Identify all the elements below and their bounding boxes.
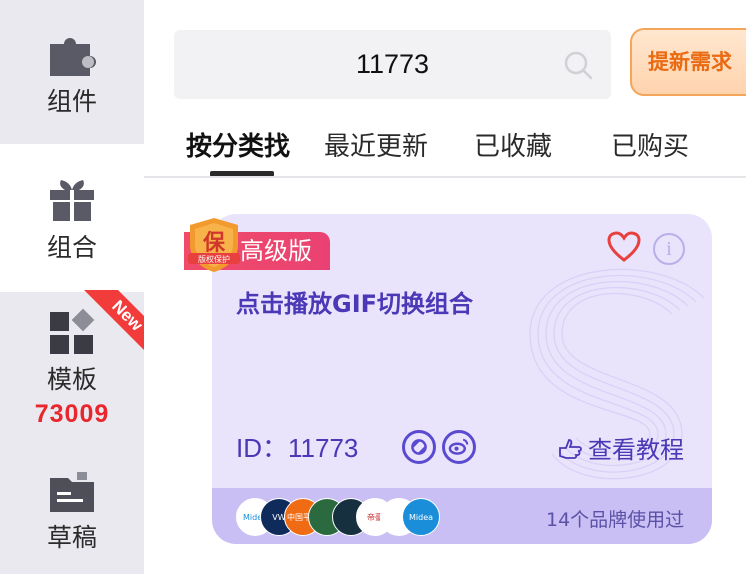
s-watermark-icon xyxy=(529,268,705,480)
tab-favorites[interactable]: 已收藏 xyxy=(474,126,552,163)
sidebar-item-label: 组合 xyxy=(46,233,97,262)
view-tutorial-link[interactable]: 查看教程 xyxy=(558,430,684,465)
main-panel: 11773 提新需求 按分类找 最近更新 已收藏 已购买 高级版 保 版权保护 … xyxy=(144,0,746,574)
tab-purchased[interactable]: 已购买 xyxy=(611,126,689,163)
new-request-button[interactable]: 提新需求 xyxy=(630,28,746,96)
guarantee-badge-text: 保 xyxy=(202,231,226,256)
pointing-hand-icon xyxy=(559,439,582,459)
puzzle-icon xyxy=(50,38,96,76)
sidebar-item-drafts[interactable]: 草稿 xyxy=(0,454,144,574)
new-ribbon-label: New xyxy=(79,290,144,358)
gift-icon xyxy=(50,180,94,221)
info-icon[interactable]: i xyxy=(653,233,685,265)
draft-folder-icon xyxy=(50,472,94,512)
search-bar[interactable]: 11773 xyxy=(174,30,611,99)
share-weibo-icon[interactable] xyxy=(442,430,476,464)
sidebar-item-label: 模板 xyxy=(46,365,97,394)
card-title[interactable]: 点击播放GIF切换组合 xyxy=(236,284,473,319)
favorite-heart-icon[interactable] xyxy=(607,231,641,263)
tab-by-category[interactable]: 按分类找 xyxy=(186,126,290,163)
divider xyxy=(144,176,746,178)
sidebar-item-components[interactable]: 组件 xyxy=(0,0,144,144)
tutorial-label: 查看教程 xyxy=(588,436,684,464)
sidebar: 组件 组合 模板 73009 New 草稿 xyxy=(0,0,144,574)
search-icon[interactable] xyxy=(563,50,593,80)
tab-bar: 按分类找 最近更新 已收藏 已购买 xyxy=(144,120,746,176)
sidebar-item-label: 组件 xyxy=(46,87,97,116)
sidebar-item-combos[interactable]: 组合 xyxy=(0,144,144,292)
template-count: 73009 xyxy=(34,400,110,428)
sidebar-item-label: 草稿 xyxy=(46,523,97,552)
card-id: ID：11773 xyxy=(236,433,359,463)
new-ribbon: New xyxy=(76,290,144,358)
share-wechat-moments-icon[interactable] xyxy=(402,430,436,464)
guarantee-shield-icon: 保 版权保护 xyxy=(188,218,240,272)
search-input[interactable]: 11773 xyxy=(174,49,611,80)
brand-logo: Midea xyxy=(402,498,440,536)
brand-usage-count: 14个品牌使用过 xyxy=(546,509,685,531)
guarantee-sub-text: 版权保护 xyxy=(198,254,230,264)
tab-recent[interactable]: 最近更新 xyxy=(324,126,428,163)
